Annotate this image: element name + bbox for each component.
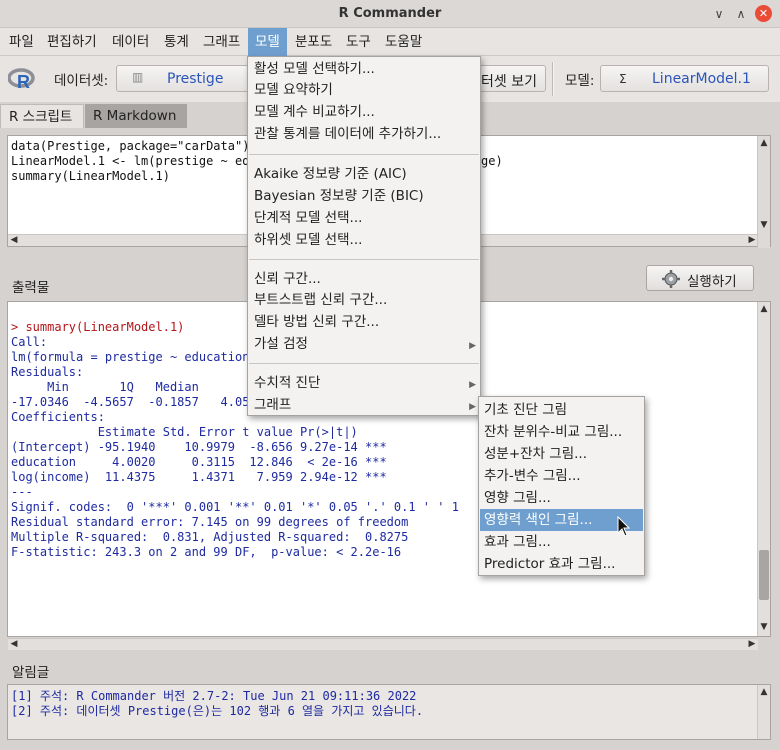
menu-models[interactable]: 모델 — [248, 28, 287, 56]
scroll-right-icon[interactable]: ▶ — [746, 639, 758, 649]
scroll-up-icon[interactable]: ▲ — [758, 304, 770, 314]
menu-item-predictor-effect-plots[interactable]: Predictor 효과 그림... — [480, 553, 643, 575]
messages-window[interactable]: [1] 주석: R Commander 버전 2.7-2: Tue Jun 21… — [7, 684, 771, 740]
model-name: LinearModel.1 — [652, 71, 751, 87]
output-line: F-statistic: 243.3 on 2 and 99 DF, p-val… — [11, 545, 402, 559]
menu-item-add-observation-stats[interactable]: 관찰 통계를 데이터에 추가하기... — [254, 124, 441, 145]
menu-distributions[interactable]: 분포도 — [288, 28, 339, 56]
script-line: summary(LinearModel.1) — [11, 169, 170, 183]
output-line: --- — [11, 485, 33, 499]
menu-separator — [249, 363, 479, 364]
message-line: [1] 주석: R Commander 버전 2.7-2: Tue Jun 21… — [11, 689, 417, 703]
script-line: data(Prestige, package="carData") — [11, 139, 250, 153]
menu-item-basic-diagnostic-plots[interactable]: 기초 진단 그림 — [480, 399, 643, 421]
menu-file[interactable]: 파일 — [2, 28, 41, 56]
dataset-selector-button[interactable]: ▥ Prestige — [116, 65, 252, 92]
output-line: log(income) 11.4375 1.4371 7.959 2.94e-1… — [11, 470, 387, 484]
output-line: Residual standard error: 7.145 on 99 deg… — [11, 515, 409, 529]
menu-item-hypothesis-tests[interactable]: 가설 검정 — [254, 334, 308, 355]
menu-item-graphs[interactable]: 그래프 — [254, 395, 291, 416]
scroll-down-icon[interactable]: ▼ — [758, 622, 770, 632]
output-line: Multiple R-squared: 0.831, Adjusted R-sq… — [11, 530, 409, 544]
menu-item-residual-qq-plot[interactable]: 잔차 분위수-비교 그림... — [480, 421, 643, 443]
run-button-label: 실행하기 — [687, 274, 737, 290]
scroll-up-icon[interactable]: ▲ — [758, 138, 770, 148]
menu-item-confidence-intervals[interactable]: 신뢰 구간... — [254, 269, 321, 290]
scroll-down-icon[interactable]: ▼ — [758, 220, 770, 230]
menu-separator — [249, 259, 479, 260]
submenu-arrow-icon: ▶ — [469, 380, 476, 390]
maximize-button[interactable]: ∧ — [733, 6, 749, 22]
sigma-icon: Σ — [619, 72, 627, 86]
model-label: 모델: — [565, 73, 595, 89]
model-selector-button[interactable]: Σ LinearModel.1 — [600, 65, 769, 92]
tab-r-markdown[interactable]: R Markdown — [85, 104, 187, 128]
menu-item-added-variable-plots[interactable]: 추가-변수 그림... — [480, 465, 643, 487]
r-logo-icon: R — [8, 68, 35, 91]
messages-label: 알림글 — [12, 665, 50, 681]
scroll-thumb[interactable] — [759, 550, 769, 600]
mouse-cursor-icon — [617, 516, 631, 537]
script-vscrollbar[interactable]: ▲ ▼ — [757, 136, 770, 248]
menu-item-delta-method-ci[interactable]: 델타 방법 신뢰 구간... — [254, 312, 379, 333]
gear-icon — [662, 270, 680, 288]
menu-statistics[interactable]: 통계 — [157, 28, 196, 56]
dataset-label: 데이터셋: — [54, 73, 109, 89]
menu-item-aic[interactable]: Akaike 정보량 기준 (AIC) — [254, 164, 407, 185]
submenu-arrow-icon: ▶ — [469, 402, 476, 412]
script-line: LinearModel.1 <- lm(prestige ~ edu — [11, 154, 257, 168]
menu-graphs[interactable]: 그래프 — [196, 28, 247, 56]
menu-item-summarize-model[interactable]: 모델 요약하기 — [254, 80, 333, 101]
output-line: education 4.0020 0.3115 12.846 < 2e-16 *… — [11, 455, 387, 469]
menu-item-select-active-model[interactable]: 활성 모델 선택하기... — [254, 59, 375, 80]
menu-item-subset-selection[interactable]: 하위셋 모델 선택... — [254, 230, 362, 251]
menu-item-numerical-diagnostics[interactable]: 수치적 진단 — [254, 373, 320, 394]
tab-r-script[interactable]: R 스크립트 — [0, 104, 84, 128]
menu-tools[interactable]: 도구 — [339, 28, 378, 56]
models-menu: 활성 모델 선택하기... 모델 요약하기 모델 계수 비교하기... 관찰 통… — [247, 56, 481, 416]
view-dataset-label: 터셋 보기 — [481, 74, 537, 90]
menu-item-bootstrap-ci[interactable]: 부트스트랩 신뢰 구간... — [254, 290, 387, 311]
scroll-up-icon[interactable]: ▲ — [758, 687, 770, 697]
submenu-arrow-icon: ▶ — [469, 341, 476, 351]
menu-data[interactable]: 데이터 — [105, 28, 156, 56]
script-line-tail: ge) — [481, 154, 503, 168]
messages-vscrollbar[interactable]: ▲ — [757, 685, 770, 739]
svg-text:R: R — [17, 72, 30, 91]
output-vscrollbar[interactable]: ▲ ▼ — [757, 302, 770, 636]
title-bar: R Commander ∨ ∧ ✕ — [0, 0, 780, 28]
table-icon: ▥ — [132, 70, 144, 84]
close-button[interactable]: ✕ — [755, 5, 772, 22]
run-button[interactable]: 실행하기 — [646, 265, 754, 291]
menu-separator — [249, 154, 479, 155]
menubar: 파일 편집하기 데이터 통계 그래프 모델 분포도 도구 도움말 — [0, 28, 780, 56]
script-text: data(Prestige, package="carData") LinearM… — [11, 139, 257, 184]
menu-item-influence-plot[interactable]: 영향 그림... — [480, 487, 643, 509]
output-label: 출력물 — [12, 280, 50, 296]
scroll-left-icon[interactable]: ◀ — [8, 639, 20, 649]
output-line: Estimate Std. Error t value Pr(>|t|) — [11, 425, 358, 439]
toolbar-divider — [552, 62, 554, 96]
messages-text: [1] 주석: R Commander 버전 2.7-2: Tue Jun 21… — [11, 689, 423, 719]
minimize-button[interactable]: ∨ — [711, 6, 727, 22]
menu-item-compare-coefficients[interactable]: 모델 계수 비교하기... — [254, 102, 375, 123]
menu-edit[interactable]: 편집하기 — [40, 28, 104, 56]
output-hscrollbar[interactable]: ◀ ▶ — [8, 638, 758, 650]
menu-item-stepwise-selection[interactable]: 단계적 모델 선택... — [254, 208, 362, 229]
output-line: (Intercept) -95.1940 10.9979 -8.656 9.27… — [11, 440, 387, 454]
menu-help[interactable]: 도움말 — [378, 28, 429, 56]
graphs-submenu: 기초 진단 그림 잔차 분위수-비교 그림... 성분+잔차 그림... 추가-… — [478, 396, 645, 576]
menu-item-bic[interactable]: Bayesian 정보량 기준 (BIC) — [254, 186, 424, 207]
menu-item-component-residual-plots[interactable]: 성분+잔차 그림... — [480, 443, 643, 465]
dataset-name: Prestige — [167, 71, 224, 87]
scroll-left-icon[interactable]: ◀ — [8, 235, 20, 245]
message-line: [2] 주석: 데이터셋 Prestige(은)는 102 행과 6 열을 가지… — [11, 704, 424, 718]
window-title: R Commander — [338, 6, 442, 21]
output-line: Signif. codes: 0 '***' 0.001 '**' 0.01 '… — [11, 500, 459, 514]
